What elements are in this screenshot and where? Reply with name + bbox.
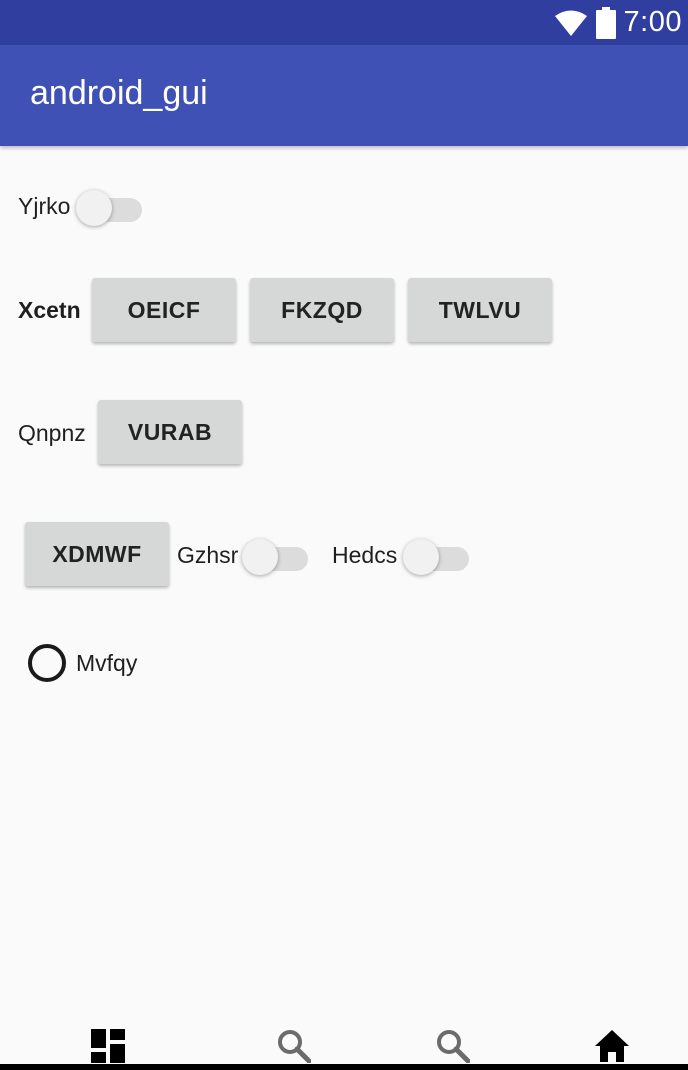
nav-item-search-2[interactable] bbox=[433, 1026, 473, 1066]
switch-gzhsr[interactable] bbox=[242, 535, 308, 575]
switch-label-gzhsr: Gzhsr bbox=[177, 542, 239, 568]
switch-yjrko[interactable] bbox=[76, 186, 142, 226]
search-icon bbox=[278, 1030, 311, 1063]
switch-label-yjrko: Yjrko bbox=[18, 193, 71, 219]
search-icon bbox=[437, 1030, 470, 1063]
switch-label-hedcs: Hedcs bbox=[332, 542, 398, 568]
row-label-xcetn: Xcetn bbox=[18, 297, 81, 323]
nav-item-home[interactable] bbox=[592, 1026, 632, 1066]
button-xdmwf[interactable]: XDMWF bbox=[25, 522, 169, 586]
row-label-qnpnz: Qnpnz bbox=[18, 420, 86, 446]
status-icons: 7:00 bbox=[554, 0, 682, 45]
switch-hedcs[interactable] bbox=[403, 535, 469, 575]
button-oeicf[interactable]: OEICF bbox=[92, 278, 236, 342]
radio-label-mvfqy: Mvfqy bbox=[76, 650, 138, 676]
button-vurab[interactable]: VURAB bbox=[98, 400, 242, 464]
bottom-nav bbox=[0, 1000, 688, 1070]
nav-item-dashboard[interactable] bbox=[88, 1026, 128, 1066]
screen: 7:00 android_gui Yjrko Xcetn OEICF FKZQD… bbox=[0, 0, 688, 1070]
switch-thumb bbox=[76, 190, 112, 226]
status-bar: 7:00 bbox=[0, 0, 688, 45]
radio-mvfqy[interactable] bbox=[28, 644, 66, 682]
dashboard-icon bbox=[91, 1029, 125, 1063]
nav-item-search-1[interactable] bbox=[274, 1026, 314, 1066]
system-nav-bar bbox=[0, 1064, 688, 1070]
app-bar: android_gui bbox=[0, 45, 688, 146]
app-title: android_gui bbox=[30, 74, 208, 112]
button-twlvu[interactable]: TWLVU bbox=[408, 278, 552, 342]
battery-icon bbox=[595, 6, 616, 39]
button-fkzqd[interactable]: FKZQD bbox=[250, 278, 394, 342]
wifi-icon bbox=[554, 10, 587, 36]
switch-thumb bbox=[242, 539, 278, 575]
home-icon bbox=[595, 1030, 629, 1062]
switch-thumb bbox=[403, 539, 439, 575]
status-time: 7:00 bbox=[623, 6, 682, 38]
